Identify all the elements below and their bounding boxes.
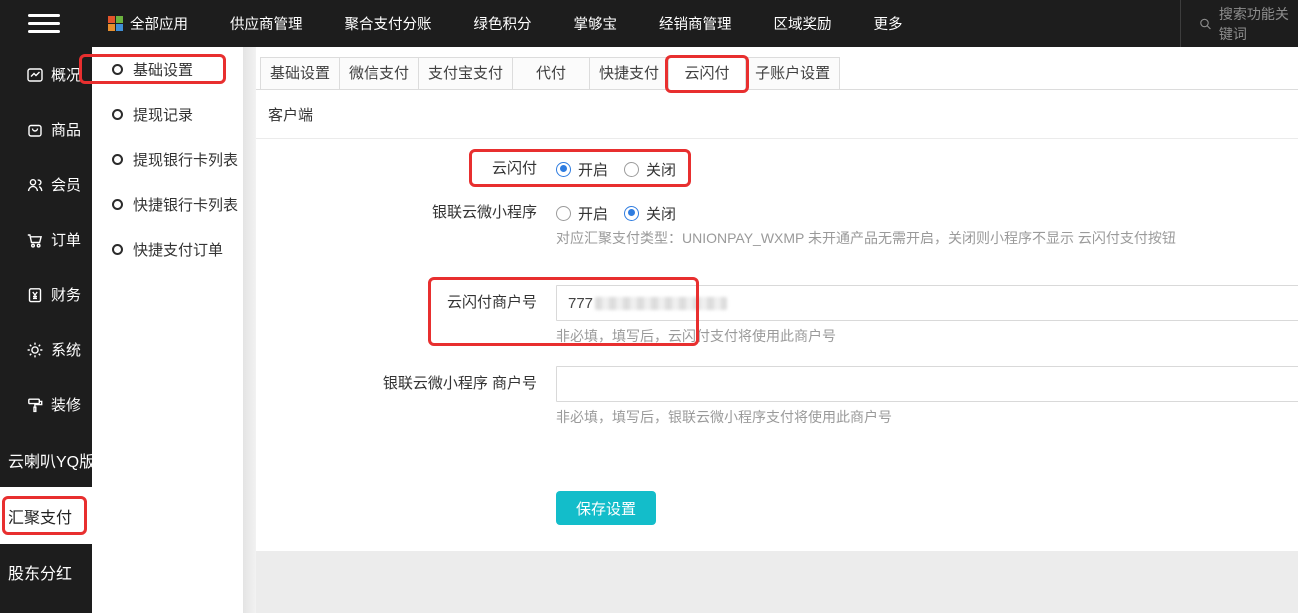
- topnav-all-apps[interactable]: 全部应用: [108, 13, 188, 34]
- sidebar-item-overview[interactable]: 概况: [0, 47, 92, 102]
- bullet-icon: [112, 244, 123, 255]
- system-gear-icon: [27, 342, 43, 357]
- submenu-item-withdraw-records[interactable]: 提现记录: [92, 92, 243, 137]
- mp-merchant-no-help-text: 非必填，填写后，银联云微小程序支付将使用此商户号: [556, 409, 892, 425]
- form-row-miniprogram-switch: 银联云微小程序 开启 关闭 对应汇聚支付类型：UNIONPAY_WXMP 未开通…: [256, 203, 1298, 248]
- topnav-label: 全部应用: [130, 17, 188, 33]
- apps-grid-icon: [108, 16, 123, 31]
- orders-cart-icon: [27, 233, 43, 248]
- sidebar-item-shareholder-dividend[interactable]: 股东分红: [0, 544, 92, 599]
- radio-unselected-icon: [556, 205, 571, 221]
- search-box[interactable]: 搜索功能关键词: [1180, 0, 1298, 47]
- quickpass-off-radio[interactable]: 关闭: [624, 159, 676, 180]
- miniprogram-help-text: 对应汇聚支付类型：UNIONPAY_WXMP 未开通产品无需开启，关闭则小程序不…: [556, 230, 1176, 246]
- bullet-icon: [112, 64, 123, 75]
- bullet-icon: [112, 199, 123, 210]
- paint-roller-icon: [28, 398, 43, 412]
- mp-merchant-no-label: 银联云微小程序 商户号: [382, 375, 537, 392]
- top-navigation: 全部应用 供应商管理 聚合支付分账 绿色积分 掌够宝 经销商管理 区域奖励 更多: [108, 13, 903, 34]
- merchant-no-value: 777: [568, 294, 594, 312]
- sidebar-item-system[interactable]: 系统: [0, 322, 92, 377]
- tab-quick-pay[interactable]: 快捷支付: [589, 57, 670, 90]
- form-row-quickpass-switch: 云闪付 开启 关闭: [256, 149, 1298, 187]
- topbar: 全部应用 供应商管理 聚合支付分账 绿色积分 掌够宝 经销商管理 区域奖励 更多…: [0, 0, 1298, 47]
- sidebar-item-huiju-pay[interactable]: 汇聚支付: [0, 487, 92, 544]
- panel-divider: [243, 47, 256, 613]
- redacted-value-blur: [595, 296, 728, 310]
- mp-merchant-no-input[interactable]: [556, 366, 1298, 402]
- topnav-aggregate-pay-split[interactable]: 聚合支付分账: [345, 13, 432, 34]
- tab-alipay[interactable]: 支付宝支付: [418, 57, 514, 90]
- save-settings-button[interactable]: 保存设置: [556, 491, 657, 525]
- hamburger-menu-icon[interactable]: [28, 9, 60, 38]
- tab-quickpass[interactable]: 云闪付: [665, 55, 750, 93]
- sidebar-item-members[interactable]: 会员: [0, 157, 92, 212]
- sidebar-item-decorate[interactable]: 装修: [0, 377, 92, 432]
- topnav-dealer[interactable]: 经销商管理: [659, 13, 732, 34]
- sidebar-item-orders[interactable]: 订单: [0, 212, 92, 267]
- miniprogram-off-radio[interactable]: 关闭: [624, 203, 676, 224]
- goods-bag-icon: [28, 124, 42, 137]
- submenu-item-quick-bankcards[interactable]: 快捷银行卡列表: [92, 182, 243, 227]
- settings-form: 云闪付 开启 关闭 银联云微小程序 开启 关闭 对应汇聚支付类型：UNIONPA…: [256, 139, 1298, 525]
- miniprogram-switch-label: 银联云微小程序: [431, 204, 537, 221]
- sidebar-item-finance[interactable]: 财务: [0, 267, 92, 322]
- search-icon: [1200, 18, 1211, 29]
- tab-wechat-pay[interactable]: 微信支付: [339, 57, 420, 90]
- radio-selected-icon: [556, 161, 571, 177]
- topnav-supplier[interactable]: 供应商管理: [230, 13, 303, 34]
- topnav-green-points[interactable]: 绿色积分: [474, 13, 532, 34]
- topnav-zhanggoubao[interactable]: 掌够宝: [574, 13, 618, 34]
- radio-selected-icon: [624, 205, 640, 221]
- tab-daifu[interactable]: 代付: [512, 57, 591, 90]
- sidebar-item-yunlaba[interactable]: 云喇叭YQ版: [0, 432, 95, 487]
- submenu-item-quickpay-orders[interactable]: 快捷支付订单: [92, 227, 243, 272]
- quickpass-on-radio[interactable]: 开启: [556, 159, 608, 180]
- sidebar-item-goods[interactable]: 商品: [0, 102, 92, 157]
- merchant-no-input[interactable]: 777: [556, 285, 1298, 321]
- tab-bar: 基础设置 微信支付 支付宝支付 代付 快捷支付 云闪付 子账户设置: [256, 47, 1298, 93]
- topnav-more[interactable]: 更多: [874, 13, 903, 34]
- tab-subaccount-settings[interactable]: 子账户设置: [745, 57, 841, 90]
- radio-unselected-icon: [624, 161, 640, 177]
- overview-icon: [27, 67, 43, 82]
- bullet-icon: [112, 154, 123, 165]
- sidebar: 概况 商品 会员 订单 财务 系统 装修 云喇叭YQ版 汇聚支付 股东分红: [0, 47, 95, 613]
- form-row-mp-merchant-no: 银联云微小程序 商户号 非必填，填写后，银联云微小程序支付将使用此商户号: [256, 366, 1298, 427]
- submenu-item-basic-settings[interactable]: 基础设置: [79, 47, 243, 92]
- submenu: 基础设置 提现记录 提现银行卡列表 快捷银行卡列表 快捷支付订单: [79, 47, 243, 613]
- content-card: 基础设置 微信支付 支付宝支付 代付 快捷支付 云闪付 子账户设置 客户端 云闪…: [256, 47, 1298, 551]
- bullet-icon: [112, 109, 123, 120]
- quickpass-switch-label: 云闪付: [491, 160, 537, 177]
- miniprogram-on-radio[interactable]: 开启: [556, 203, 608, 224]
- section-title: 客户端: [256, 90, 1298, 139]
- tab-basic-settings[interactable]: 基础设置: [260, 57, 341, 90]
- search-placeholder: 搜索功能关键词: [1218, 5, 1289, 42]
- topnav-region-reward[interactable]: 区域奖励: [774, 13, 832, 34]
- submenu-item-withdraw-bankcards[interactable]: 提现银行卡列表: [92, 137, 243, 182]
- members-icon: [27, 178, 43, 191]
- form-row-merchant-no: 云闪付商户号 777 非必填，填写后，云闪付支付将使用此商户号: [256, 277, 1298, 346]
- merchant-no-label: 云闪付商户号: [446, 294, 537, 311]
- merchant-no-help-text: 非必填，填写后，云闪付支付将使用此商户号: [556, 328, 836, 344]
- finance-icon: [28, 287, 42, 302]
